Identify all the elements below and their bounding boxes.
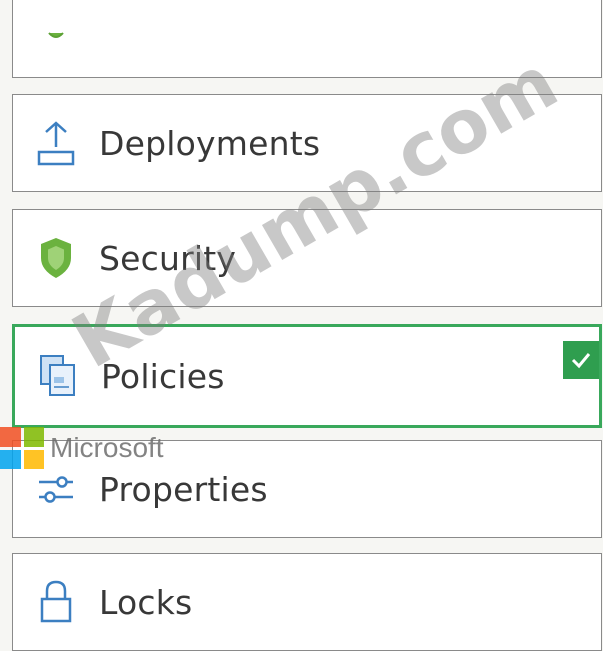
menu-item-policies[interactable]: Policies [12, 324, 602, 428]
menu-item-locks[interactable]: Locks [12, 553, 602, 651]
menu-item-partial[interactable] [12, 0, 602, 78]
security-icon [31, 9, 81, 59]
checkmark-icon [563, 341, 599, 379]
menu-item-label: Locks [99, 582, 193, 622]
menu-item-deployments[interactable]: Deployments [12, 94, 602, 192]
policy-document-icon [33, 351, 83, 401]
menu-list: Deployments Security Policies Properties… [0, 0, 603, 651]
microsoft-logo: Microsoft [0, 427, 164, 469]
shield-icon [31, 233, 81, 283]
sliders-icon [31, 464, 81, 514]
menu-item-security[interactable]: Security [12, 209, 602, 307]
microsoft-logo-icon [0, 427, 44, 469]
menu-item-label: Deployments [99, 123, 321, 163]
microsoft-logo-text: Microsoft [50, 432, 164, 463]
upload-icon [31, 118, 81, 168]
menu-item-label: Security [99, 238, 237, 278]
lock-icon [31, 577, 81, 627]
menu-item-label: Policies [101, 356, 225, 396]
menu-item-label: Properties [99, 469, 268, 509]
